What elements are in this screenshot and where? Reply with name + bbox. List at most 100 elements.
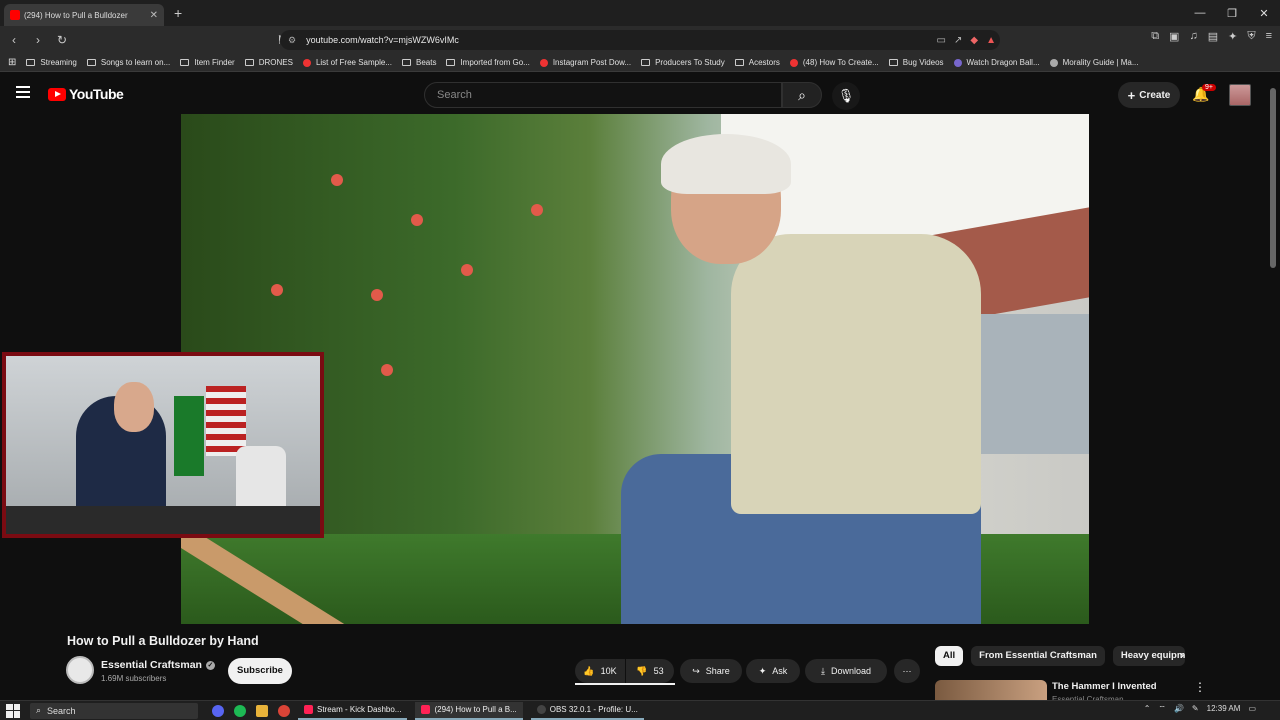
webcam-green-flag	[174, 396, 204, 476]
rewards-icon[interactable]: ▲	[986, 35, 996, 46]
volume-icon[interactable]: 🔊	[1174, 704, 1184, 714]
chip-heavy-equipment[interactable]: Heavy equipm	[1112, 646, 1185, 666]
file-explorer-icon[interactable]	[256, 704, 268, 717]
bookmark-item[interactable]: Acestors	[734, 58, 780, 67]
taskbar-app[interactable]: (294) How to Pull a B...	[415, 701, 523, 720]
close-window-icon[interactable]: ✕	[1248, 7, 1280, 20]
logo-text: YouTube	[69, 86, 124, 102]
avatar[interactable]	[1229, 84, 1251, 106]
brave-shield-icon[interactable]: ◆	[970, 35, 978, 46]
pen-icon[interactable]: ✎	[1192, 704, 1199, 714]
new-tab-icon[interactable]: +	[174, 5, 182, 21]
chevron-up-icon[interactable]: ⌃	[1144, 704, 1151, 714]
bookmark-item[interactable]: Producers To Study	[641, 58, 725, 67]
microphone-icon: 🎙	[837, 88, 855, 103]
bookmark-label: Producers To Study	[655, 58, 725, 67]
restore-icon[interactable]: ❐	[1216, 7, 1248, 20]
chip-from-channel[interactable]: From Essential Craftsman	[971, 646, 1105, 666]
network-icon[interactable]: ⌔	[1158, 704, 1166, 714]
back-icon[interactable]: ‹	[4, 33, 24, 47]
bookmark-item[interactable]: Instagram Post Dow...	[539, 58, 631, 67]
extensions-icon[interactable]: ⧉	[1151, 30, 1159, 43]
leo-icon[interactable]: ✦	[1228, 30, 1237, 43]
bookmark-item[interactable]: Bug Videos	[888, 58, 944, 67]
channel-name[interactable]: Essential Craftsman ✓	[101, 659, 215, 671]
hamburger-menu-icon[interactable]	[16, 86, 30, 98]
extensions-area: ⧉ ▣ ♫ ▤ ✦ ⛨ ≡	[1151, 30, 1272, 43]
chevron-right-icon[interactable]: ›	[1180, 648, 1184, 662]
url-field[interactable]: ⚙ youtube.com/watch?v=mjsWZW6vIMc ▭ ↗ ◆ …	[280, 30, 1000, 50]
folder-icon	[446, 59, 456, 66]
bookmark-item[interactable]: Streaming	[26, 58, 77, 67]
dislike-button[interactable]: 👎 53	[626, 659, 674, 683]
minimize-icon[interactable]: —	[1184, 7, 1216, 19]
like-button[interactable]: 👍 10K	[575, 659, 625, 683]
share-page-icon[interactable]: ↗	[954, 35, 962, 46]
download-button[interactable]: ⤓ Download	[805, 659, 887, 683]
video-frame-flower	[461, 264, 473, 276]
reload-icon[interactable]: ↻	[52, 33, 72, 47]
bookmark-label: Streaming	[40, 58, 77, 67]
share-button[interactable]: ↪ Share	[680, 659, 742, 683]
youtube-logo[interactable]: YouTube	[48, 86, 124, 102]
bookmark-item[interactable]: Imported from Go...	[446, 58, 530, 67]
wallet-icon[interactable]: ▤	[1208, 30, 1218, 43]
cast-icon[interactable]: ▭	[937, 35, 946, 46]
apps-grid-icon[interactable]: ⊞	[8, 57, 16, 68]
youtube-header: YouTube Search ⌕ 🎙 + Create 🔔 9+	[0, 72, 1280, 116]
channel-avatar[interactable]	[66, 656, 94, 684]
folder-icon	[401, 59, 411, 66]
pinned-apps	[212, 704, 290, 717]
bookmark-item[interactable]: Item Finder	[180, 58, 235, 67]
verified-icon: ✓	[205, 660, 215, 670]
more-vertical-icon[interactable]: ⋮	[1194, 680, 1206, 694]
bookmark-item[interactable]: Morality Guide | Ma...	[1049, 58, 1139, 67]
video-frame-flower	[371, 289, 383, 301]
browser-tab-bar: (294) How to Pull a Bulldozer ✕ + — ❐ ✕	[0, 0, 1280, 26]
bookmark-item[interactable]: Watch Dragon Ball...	[953, 58, 1040, 67]
chip-all[interactable]: All	[935, 646, 964, 666]
folder-icon	[180, 59, 190, 66]
close-tab-icon[interactable]: ✕	[150, 10, 158, 21]
related-video-title[interactable]: The Hammer I Invented	[1052, 681, 1157, 692]
webcam-desk	[6, 506, 320, 534]
clock[interactable]: 12:39 AM	[1207, 704, 1241, 714]
browser-tab[interactable]: (294) How to Pull a Bulldozer ✕	[4, 4, 164, 26]
related-video-thumbnail[interactable]	[935, 680, 1047, 700]
sparkle-icon: ✦	[758, 665, 767, 676]
create-button[interactable]: + Create	[1118, 82, 1180, 108]
taskbar-app[interactable]: OBS 32.0.1 - Profile: U...	[530, 702, 644, 720]
subscribe-button[interactable]: Subscribe	[228, 658, 292, 684]
taskbar-app[interactable]: Stream - Kick Dashbo...	[298, 702, 408, 720]
spotify-icon[interactable]	[234, 704, 246, 717]
media-icon[interactable]: ♫	[1189, 30, 1197, 43]
more-actions-button[interactable]: ⋯	[894, 659, 920, 683]
site-icon	[789, 58, 798, 67]
bookmark-item[interactable]: Songs to learn on...	[86, 58, 170, 67]
youtube-play-icon	[48, 87, 66, 101]
bookmark-item[interactable]: List of Free Sample...	[302, 58, 392, 67]
notification-center-icon[interactable]: ▭	[1248, 704, 1256, 714]
forward-icon[interactable]: ›	[28, 33, 48, 47]
video-frame-flower	[271, 284, 283, 296]
voice-search-button[interactable]: 🎙	[832, 82, 860, 110]
windows-start-icon[interactable]	[6, 703, 20, 718]
bookmark-item[interactable]: DRONES	[244, 58, 293, 67]
webcam-overlay	[2, 352, 324, 538]
search-input[interactable]: Search	[424, 82, 782, 108]
search-button[interactable]: ⌕	[782, 82, 822, 108]
chrome-icon[interactable]	[278, 704, 290, 717]
bookmark-item[interactable]: (48) How To Create...	[789, 58, 879, 67]
tab-search-icon[interactable]: ▣	[1169, 30, 1179, 43]
vpn-icon[interactable]: ⛨	[1247, 30, 1255, 43]
taskbar-app-label: OBS 32.0.1 - Profile: U...	[549, 705, 638, 714]
page-scrollbar[interactable]	[1270, 88, 1276, 268]
site-info-icon[interactable]: ⚙	[288, 35, 296, 46]
taskbar-search[interactable]: ⌕ Search	[30, 702, 198, 719]
discord-icon[interactable]	[212, 704, 224, 717]
brave-icon	[304, 705, 313, 714]
ask-button[interactable]: ✦ Ask	[746, 659, 800, 683]
related-filter-chips: All From Essential Craftsman Heavy equip…	[935, 646, 1185, 666]
bookmark-item[interactable]: Beats	[401, 58, 436, 67]
browser-menu-icon[interactable]: ≡	[1266, 30, 1272, 43]
